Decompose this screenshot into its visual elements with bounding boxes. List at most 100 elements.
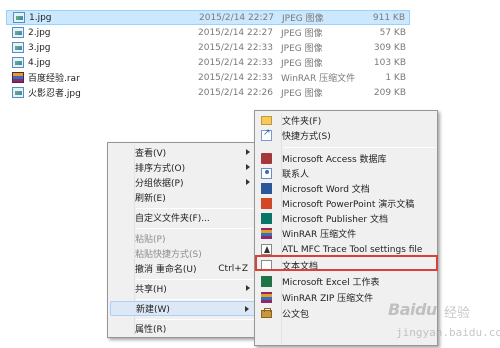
menu-item-label: 粘贴(P) (135, 235, 166, 245)
excel-icon (261, 276, 272, 287)
new-item-powerpoint[interactable]: Microsoft PowerPoint 演示文稿 (257, 196, 435, 211)
shortcut-label: Ctrl+Z (218, 263, 248, 274)
file-date: 2015/2/14 22:33 (198, 72, 273, 83)
file-type: JPEG 图像 (281, 59, 323, 69)
submenu-arrow-icon (246, 164, 250, 170)
new-item-shortcut[interactable]: 快捷方式(S) (257, 128, 435, 143)
file-size: 209 KB (373, 87, 406, 98)
file-date: 2015/2/14 22:26 (198, 87, 273, 98)
menu-item-label: 快捷方式(S) (282, 132, 331, 142)
watermark-sub: 经验 (444, 306, 471, 321)
menu-item-label: 刷新(E) (135, 194, 166, 204)
file-name: 4.jpg (28, 57, 51, 68)
file-date: 2015/2/14 22:27 (198, 27, 273, 38)
menu-item-label: 联系人 (282, 170, 310, 180)
watermark-url: jingyan.baidu.com (396, 326, 500, 339)
menu-separator (283, 147, 435, 148)
submenu-arrow-icon (246, 179, 250, 185)
menu-item-label: 粘贴快捷方式(S) (135, 250, 202, 260)
file-date: 2015/2/14 22:33 (198, 57, 273, 68)
menu-item-label: Microsoft Excel 工作表 (282, 278, 380, 288)
file-name: 2.jpg (28, 27, 51, 38)
winrar-icon (261, 228, 272, 239)
menu-item-group-by[interactable]: 分组依据(P) (110, 175, 256, 190)
menu-item-label: 分组依据(P) (135, 179, 184, 189)
word-icon (261, 183, 272, 194)
file-row[interactable]: 百度经验.rar 2015/2/14 22:33 WinRAR 压缩文件 1 KB (6, 70, 410, 85)
access-icon (261, 153, 272, 164)
menu-item-label: ATL MFC Trace Tool settings file (282, 244, 423, 255)
file-size: 103 KB (373, 57, 406, 68)
jpg-icon (12, 57, 24, 68)
winrar-zip-icon (261, 292, 272, 303)
menu-item-label: 撤消 重命名(U) (135, 265, 197, 275)
new-item-publisher[interactable]: Microsoft Publisher 文档 (257, 211, 435, 226)
menu-item-label: 排序方式(O) (135, 164, 186, 174)
contact-icon (261, 168, 272, 179)
shortcut-icon (261, 128, 272, 141)
file-row[interactable]: 2.jpg 2015/2/14 22:27 JPEG 图像 57 KB (6, 25, 410, 40)
menu-item-refresh[interactable]: 刷新(E) (110, 190, 256, 205)
submenu-arrow-icon (246, 149, 250, 155)
menu-item-label: 共享(H) (135, 285, 167, 295)
menu-separator (136, 208, 256, 209)
file-size: 57 KB (379, 27, 406, 38)
menu-item-undo-rename[interactable]: 撤消 重命名(U) Ctrl+Z (110, 261, 256, 276)
jpg-icon (13, 12, 25, 23)
new-item-word[interactable]: Microsoft Word 文档 (257, 181, 435, 196)
file-name: 1.jpg (29, 12, 52, 23)
menu-item-label: 公文包 (282, 310, 310, 320)
new-item-folder[interactable]: 文件夹(F) (257, 113, 435, 128)
highlight-box (255, 255, 438, 271)
submenu-arrow-icon (245, 306, 249, 312)
menu-item-new[interactable]: 新建(W) (110, 301, 256, 316)
jpg-icon (12, 42, 24, 53)
atl-icon (261, 244, 272, 255)
file-type: JPEG 图像 (281, 44, 323, 54)
context-menu: 查看(V) 排序方式(O) 分组依据(P) 刷新(E) 自定义文件夹(F)...… (107, 142, 259, 338)
file-row[interactable]: 4.jpg 2015/2/14 22:33 JPEG 图像 103 KB (6, 55, 410, 70)
menu-separator (136, 228, 256, 229)
file-date: 2015/2/14 22:33 (198, 42, 273, 53)
powerpoint-icon (261, 198, 272, 209)
watermark-logo: Baidu (388, 300, 437, 319)
new-item-excel[interactable]: Microsoft Excel 工作表 (257, 274, 435, 289)
menu-item-label: Microsoft Access 数据库 (282, 155, 387, 165)
file-size: 309 KB (373, 42, 406, 53)
file-name: 火影忍者.jpg (28, 89, 81, 99)
briefcase-icon (261, 308, 272, 318)
file-name: 3.jpg (28, 42, 51, 53)
file-size: 1 KB (385, 72, 406, 83)
menu-item-label: 文件夹(F) (282, 117, 322, 127)
menu-item-label: 查看(V) (135, 149, 167, 159)
menu-item-label: WinRAR ZIP 压缩文件 (282, 294, 374, 304)
file-name: 百度经验.rar (28, 74, 80, 84)
publisher-icon (261, 213, 272, 224)
menu-item-customize-folder[interactable]: 自定义文件夹(F)... (110, 210, 256, 225)
menu-separator (136, 319, 256, 320)
jpg-icon (12, 27, 24, 38)
menu-item-label: Microsoft PowerPoint 演示文稿 (282, 200, 415, 210)
file-row[interactable]: 火影忍者.jpg 2015/2/14 22:26 JPEG 图像 209 KB (6, 85, 410, 100)
rar-icon (12, 72, 24, 83)
file-type: WinRAR 压缩文件 (281, 74, 356, 84)
file-row[interactable]: 1.jpg 2015/2/14 22:27 JPEG 图像 911 KB (6, 10, 410, 25)
file-size: 911 KB (372, 12, 405, 23)
folder-icon (261, 116, 272, 125)
new-item-winrar[interactable]: WinRAR 压缩文件 (257, 226, 435, 241)
menu-item-sort-by[interactable]: 排序方式(O) (110, 160, 256, 175)
file-type: JPEG 图像 (282, 14, 324, 24)
new-item-contact[interactable]: 联系人 (257, 166, 435, 181)
menu-item-paste-shortcut[interactable]: 粘贴快捷方式(S) (110, 246, 256, 261)
jpg-icon (12, 87, 24, 98)
menu-item-paste[interactable]: 粘贴(P) (110, 231, 256, 246)
menu-item-share-with[interactable]: 共享(H) (110, 281, 256, 296)
menu-item-properties[interactable]: 属性(R) (110, 321, 256, 336)
menu-item-label: 属性(R) (135, 325, 167, 335)
new-item-access[interactable]: Microsoft Access 数据库 (257, 151, 435, 166)
menu-item-label: Microsoft Word 文档 (282, 185, 370, 195)
menu-item-view[interactable]: 查看(V) (110, 145, 256, 160)
menu-item-label: Microsoft Publisher 文档 (282, 215, 388, 225)
file-row[interactable]: 3.jpg 2015/2/14 22:33 JPEG 图像 309 KB (6, 40, 410, 55)
file-type: JPEG 图像 (281, 89, 323, 99)
